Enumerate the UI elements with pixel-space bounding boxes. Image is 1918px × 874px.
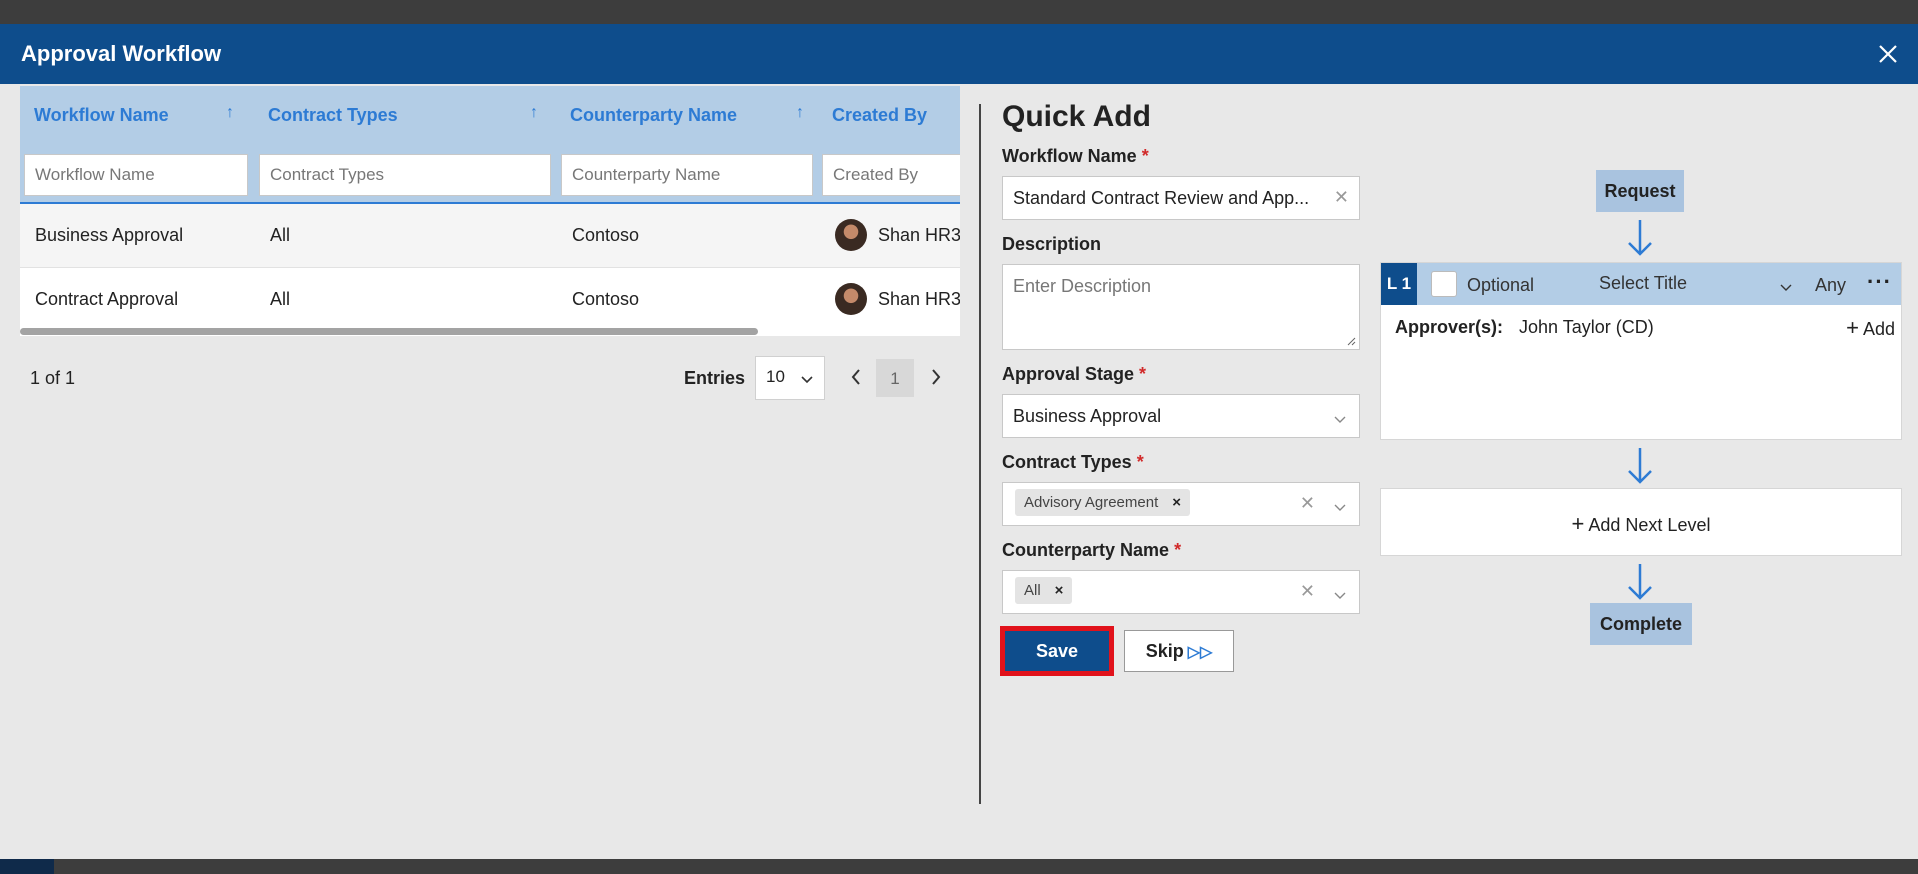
sort-arrow-icon[interactable]: ↑ — [796, 104, 804, 122]
created-by-cell: Shan HR3 — [878, 225, 960, 245]
level-header: L 1 Optional Select Title Any ··· — [1381, 263, 1901, 305]
complete-node: Complete — [1590, 603, 1692, 645]
panel-divider — [979, 104, 981, 804]
arrow-down-icon — [1628, 448, 1652, 484]
workflow-name-cell: Contract Approval — [35, 289, 179, 309]
approver-name: John Taylor (CD) — [1519, 317, 1654, 337]
approval-mode-select[interactable]: Any — [1815, 275, 1846, 296]
skip-button[interactable]: Skip ▷▷ — [1124, 630, 1234, 672]
close-icon[interactable] — [1874, 40, 1902, 68]
contract-types-filter-input[interactable]: Contract Types — [259, 154, 551, 196]
approvers-label: Approver(s): — [1395, 317, 1504, 337]
quick-add-title: Quick Add — [1002, 100, 1151, 133]
chevron-down-icon — [1333, 409, 1347, 430]
remove-tag-icon[interactable]: × — [1172, 494, 1181, 511]
entries-label: Entries — [684, 368, 746, 388]
page-number-button[interactable]: 1 — [876, 359, 914, 397]
workflow-name-filter-input[interactable]: Workflow Name — [24, 154, 248, 196]
filter-row: Workflow Name Contract Types Counterpart… — [20, 146, 960, 204]
counterparty-multiselect[interactable]: All × ✕ — [1002, 570, 1360, 614]
sort-arrow-icon[interactable]: ↑ — [530, 104, 538, 122]
horizontal-scrollbar[interactable] — [20, 326, 960, 336]
approval-stage-select[interactable]: Business Approval — [1002, 394, 1360, 438]
request-node: Request — [1596, 170, 1684, 212]
chevron-down-icon[interactable] — [1779, 277, 1793, 298]
add-approver-button[interactable]: + Add — [1846, 315, 1895, 341]
chevron-down-icon[interactable] — [1333, 585, 1347, 606]
arrow-down-icon — [1628, 564, 1652, 600]
workflow-name-label: Workflow Name * — [1002, 146, 1149, 166]
chevron-down-icon[interactable] — [1333, 497, 1347, 518]
contract-types-cell: All — [270, 289, 291, 309]
chevron-right-icon[interactable] — [930, 368, 942, 391]
plus-icon: + — [1571, 511, 1585, 536]
entries-select[interactable]: 10 — [755, 356, 825, 400]
scrollbar-thumb[interactable] — [20, 328, 758, 335]
select-title-dropdown[interactable]: Select Title — [1599, 273, 1687, 294]
sort-arrow-icon[interactable]: ↑ — [226, 104, 234, 122]
arrow-down-icon — [1628, 220, 1652, 256]
resize-handle-icon[interactable] — [1346, 336, 1356, 346]
avatar — [835, 219, 867, 251]
created-by-filter-input[interactable]: Created By — [822, 154, 960, 196]
clear-icon[interactable]: ✕ — [1300, 493, 1315, 514]
optional-label: Optional — [1467, 275, 1535, 295]
created-by-cell: Shan HR3 — [878, 289, 960, 309]
more-options-icon[interactable]: ··· — [1867, 269, 1892, 295]
table-row[interactable]: Contract Approval All Contoso Shan HR3 — [20, 267, 960, 330]
column-header-workflow-name[interactable]: Workflow Name ↑ — [20, 86, 254, 146]
avatar — [835, 283, 867, 315]
modal-title: Approval Workflow — [21, 41, 222, 66]
description-label: Description — [1002, 234, 1102, 254]
remove-tag-icon[interactable]: × — [1055, 582, 1064, 599]
column-header-created-by[interactable]: Created By — [818, 86, 960, 146]
counterparty-name-label: Counterparty Name * — [1002, 540, 1182, 560]
workflow-table-panel: Workflow Name ↑ Contract Types ↑ Counter… — [20, 86, 960, 400]
chevron-left-icon[interactable] — [850, 368, 862, 391]
table-header: Workflow Name ↑ Contract Types ↑ Counter… — [20, 86, 960, 146]
column-header-contract-types[interactable]: Contract Types ↑ — [254, 86, 556, 146]
counterparty-filter-input[interactable]: Counterparty Name — [561, 154, 813, 196]
counterparty-cell: Contoso — [572, 289, 640, 309]
approvers-row: Approver(s): John Taylor (CD) — [1395, 317, 1654, 338]
column-header-counterparty-name[interactable]: Counterparty Name ↑ — [556, 86, 818, 146]
clear-icon[interactable]: ✕ — [1334, 187, 1349, 208]
contract-types-label: Contract Types * — [1002, 452, 1144, 472]
save-button[interactable]: Save — [1000, 626, 1114, 676]
taskbar-block — [0, 859, 54, 874]
add-next-level-button[interactable]: + Add Next Level — [1380, 488, 1902, 556]
modal-header: Approval Workflow — [0, 24, 1918, 84]
selected-tag: Advisory Agreement × — [1015, 489, 1190, 516]
plus-icon: + — [1846, 315, 1859, 340]
workflow-name-cell: Business Approval — [35, 225, 184, 245]
approval-stage-label: Approval Stage * — [1002, 364, 1147, 384]
contract-types-cell: All — [270, 225, 291, 245]
clear-icon[interactable]: ✕ — [1300, 581, 1315, 602]
counterparty-cell: Contoso — [572, 225, 640, 245]
contract-types-multiselect[interactable]: Advisory Agreement × ✕ — [1002, 482, 1360, 526]
background-bottom-strip — [0, 859, 1918, 874]
quick-add-form: Quick Add Workflow Name * Standard Contr… — [1000, 100, 1360, 676]
table-row[interactable]: Business Approval All Contoso Shan HR3 — [20, 204, 960, 267]
pagination: 1 of 1 Entries 10 1 — [20, 356, 960, 402]
approval-level-card: L 1 Optional Select Title Any ··· Approv… — [1380, 262, 1902, 440]
fast-forward-icon: ▷▷ — [1187, 644, 1213, 661]
workflow-name-input[interactable]: Standard Contract Review and App... ✕ — [1002, 176, 1360, 220]
optional-checkbox[interactable] — [1431, 271, 1457, 297]
background-top-strip — [0, 0, 1918, 24]
selected-tag: All × — [1015, 577, 1073, 604]
description-textarea[interactable]: Enter Description — [1002, 264, 1360, 350]
level-badge: L 1 — [1381, 263, 1417, 305]
workflow-table: Workflow Name ↑ Contract Types ↑ Counter… — [20, 86, 960, 336]
chevron-down-icon — [800, 370, 814, 390]
form-actions: Save Skip ▷▷ — [1000, 626, 1360, 676]
record-count: 1 of 1 — [30, 368, 76, 388]
